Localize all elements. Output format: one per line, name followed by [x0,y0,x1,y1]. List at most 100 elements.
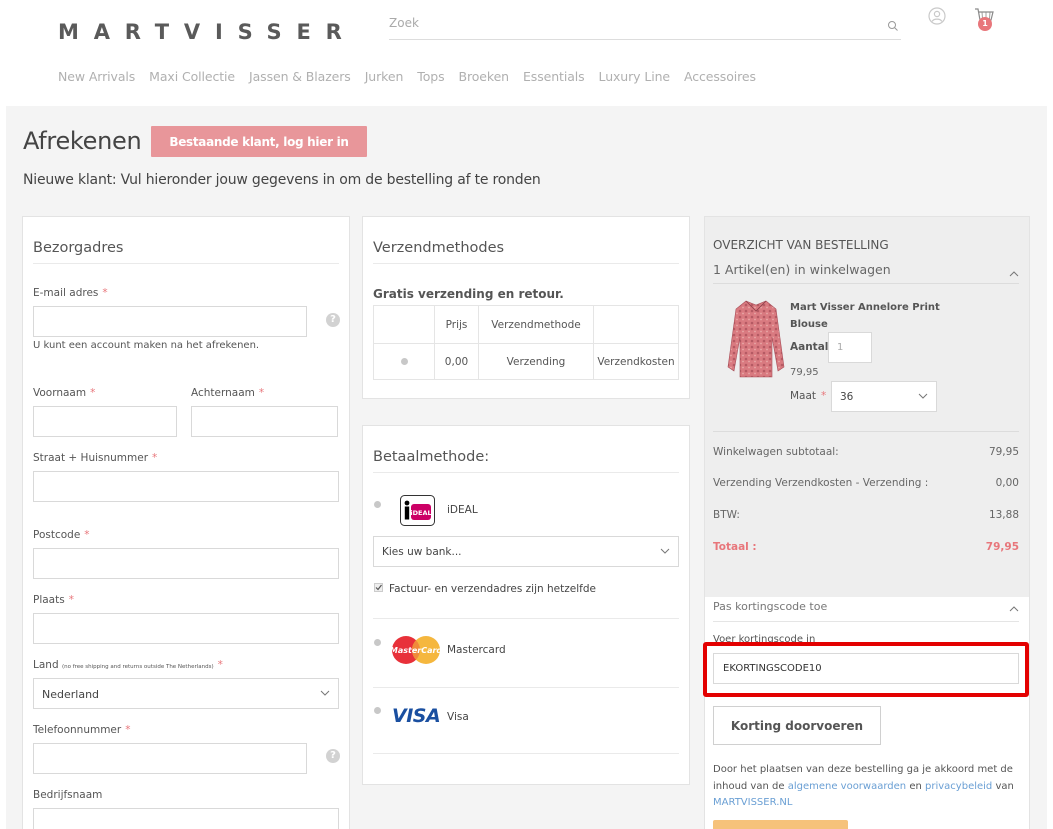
payment-panel: Betaalmethode: iDEAL iDEAL Kies uw bank.… [362,425,690,785]
nav-tops[interactable]: Tops [417,69,444,84]
apply-discount-button[interactable]: Korting doorvoeren [713,706,881,745]
divider [713,283,1019,284]
mastercard-radio[interactable] [374,639,381,646]
country-label: Land (no free shipping and returns outsi… [33,659,223,671]
nav-broeken[interactable]: Broeken [459,69,510,84]
divider [713,621,1019,622]
page-title: Afrekenen [23,127,142,155]
free-shipping-text: Gratis verzending en retour. [373,287,564,301]
email-field[interactable] [33,306,307,337]
place-order-button[interactable] [713,820,848,829]
checkmark-icon [375,584,382,591]
nav-jassen-blazers[interactable]: Jassen & Blazers [249,69,351,84]
shipping-table: Prijs Verzendmethode 0,00 Verzending Ver… [373,305,679,380]
search-bar[interactable] [389,12,901,40]
email-help-icon[interactable]: ? [326,313,340,327]
nav-maxi-collectie[interactable]: Maxi Collectie [149,69,235,84]
discount-field-highlight [703,642,1029,697]
same-address-checkbox[interactable] [374,583,383,592]
shipping-radio[interactable] [400,357,408,365]
shipping-price: 0,00 [434,343,479,380]
shipping-panel: Verzendmethodes Gratis verzending en ret… [362,216,690,399]
total-row: Totaal : 79,95 [713,541,1019,553]
ideal-logo-text: iDEAL [410,509,431,517]
qty-field[interactable]: 1 [828,332,872,363]
summary-heading: OVERZICHT VAN BESTELLING [713,238,889,252]
search-input[interactable] [389,12,869,34]
tax-value: 13,88 [988,509,1019,521]
city-field[interactable] [33,613,339,644]
chevron-down-icon [320,690,330,696]
chevron-up-icon[interactable] [1009,270,1019,278]
company-field[interactable] [33,808,339,829]
nav-new-arrivals[interactable]: New Arrivals [58,69,135,84]
visa-label: Visa [447,711,469,723]
nav-essentials[interactable]: Essentials [523,69,585,84]
table-header-method: Verzendmethode [478,305,594,344]
terms-link[interactable]: algemene voorwaarden [788,781,906,792]
divider [33,263,339,264]
visa-logo: VISA [392,705,441,727]
payment-heading: Betaalmethode: [373,449,490,465]
size-value: 36 [840,391,854,403]
email-note: U kunt een account maken na het afrekene… [33,340,260,351]
chevron-up-icon[interactable] [1009,605,1019,613]
shipping-carrier: Verzendkosten [593,343,679,380]
privacy-link[interactable]: privacybeleid [925,781,992,792]
user-icon[interactable] [928,7,946,25]
site-logo[interactable]: MARTVISSER [58,20,357,44]
phone-help-icon[interactable]: ? [326,749,340,763]
bank-select[interactable]: Kies uw bank... [373,536,679,567]
subtotal-value: 79,95 [988,446,1019,458]
mastercard-logo: MasterCard [390,636,442,664]
mastercard-logo-text: MasterCard [390,646,442,655]
page-subtitle: Nieuwe klant: Vul hieronder jouw gegeven… [23,172,541,188]
nav-jurken[interactable]: Jurken [365,69,404,84]
firstname-label: Voornaam * [33,387,96,399]
table-header-price: Prijs [434,305,479,344]
ideal-radio[interactable] [374,501,381,508]
discount-heading[interactable]: Pas kortingscode toe [713,600,827,613]
phone-field[interactable] [33,743,307,774]
lastname-field[interactable] [191,406,338,437]
shipping-radio-cell[interactable] [373,343,435,380]
divider [713,431,1019,432]
main-nav: New Arrivals Maxi Collectie Jassen & Bla… [58,69,770,84]
table-cell [593,305,679,344]
nav-accessoires[interactable]: Accessoires [684,69,756,84]
cart-count-badge[interactable]: 1 [978,17,992,31]
street-label: Straat + Huisnummer * [33,452,158,464]
summary-items-count[interactable]: 1 Artikel(en) in winkelwagen [713,262,891,277]
tax-label: BTW: [713,509,740,521]
divider [373,263,679,264]
product-price: 79,95 [790,367,819,378]
address-heading: Bezorgadres [33,240,124,256]
qty-value: 1 [837,342,844,353]
subtotal-row: Winkelwagen subtotaal: 79,95 [713,446,1019,458]
postcode-label: Postcode * [33,529,90,541]
divider [373,753,679,754]
search-icon[interactable] [887,20,899,32]
email-label: E-mail adres * [33,287,108,299]
nav-luxury-line[interactable]: Luxury Line [599,69,671,84]
product-image[interactable] [726,297,786,381]
postcode-field[interactable] [33,548,339,579]
shipping-row: Verzending Verzendkosten - Verzending : … [713,477,1019,489]
company-label: Bedrijfsnaam [33,789,103,801]
existing-customer-login-button[interactable]: Bestaande klant, log hier in [151,126,367,157]
street-field[interactable] [33,471,339,502]
bank-placeholder: Kies uw bank... [382,546,462,558]
tax-row: BTW: 13,88 [713,509,1019,521]
lastname-label: Achternaam * [191,387,265,399]
product-name[interactable]: Mart Visser Annelore Print Blouse [790,299,940,333]
ideal-logo: iDEAL [400,495,435,526]
table-cell [373,305,435,344]
country-select[interactable]: Nederland [33,678,339,709]
site-link[interactable]: MARTVISSER.NL [713,797,792,808]
firstname-field[interactable] [33,406,177,437]
visa-radio[interactable] [374,707,381,714]
chevron-down-icon [660,548,670,554]
divider [373,687,679,688]
size-select[interactable]: 36 [831,381,937,412]
phone-label: Telefoonnummer * [33,724,131,736]
